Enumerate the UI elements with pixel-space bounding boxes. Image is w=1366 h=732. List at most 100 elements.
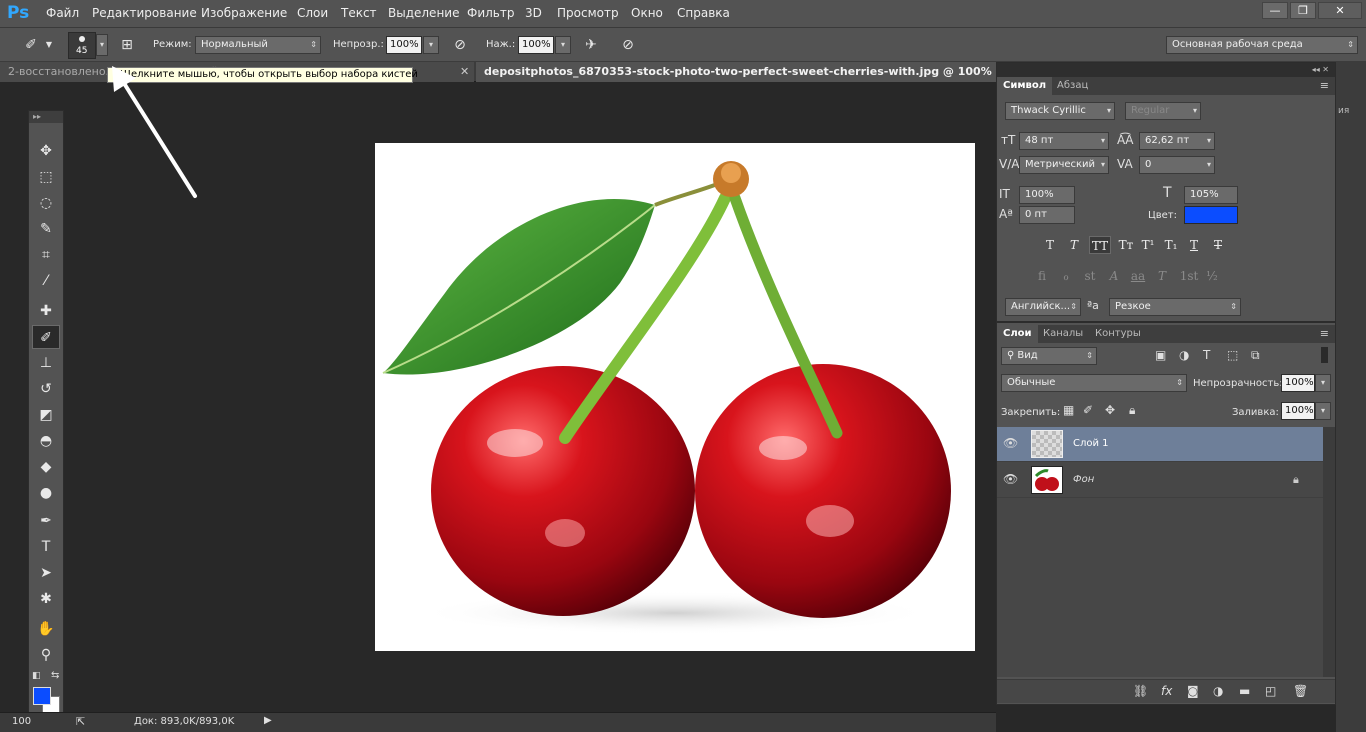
menu-help[interactable]: Справка xyxy=(677,6,730,20)
opacity-input[interactable]: 100% xyxy=(386,36,422,54)
all-caps-button[interactable]: TT xyxy=(1089,236,1111,254)
move-tool[interactable]: ✥ xyxy=(32,139,60,163)
dodge-tool[interactable]: ● xyxy=(32,481,60,505)
crop-tool[interactable]: ⌗ xyxy=(32,243,60,267)
discretionary-ligatures-button[interactable]: st xyxy=(1081,267,1099,285)
menu-image[interactable]: Изображение xyxy=(201,6,287,20)
close-button[interactable]: ✕ xyxy=(1318,2,1362,19)
brush-tool[interactable]: ✐ xyxy=(32,325,60,349)
fill-dropdown[interactable]: ▾ xyxy=(1315,402,1331,420)
paint-bucket-tool[interactable]: ◓ xyxy=(32,429,60,453)
layer-row-background[interactable]: 👁︎ Фон 🔒︎ xyxy=(997,463,1323,498)
antialias-select[interactable]: Резкое ⇕ xyxy=(1109,298,1241,316)
language-select[interactable]: Английск... ⇕ xyxy=(1005,298,1081,316)
hand-tool[interactable]: ✋ xyxy=(32,617,60,641)
alt-ligatures-button[interactable]: ℴ xyxy=(1057,267,1075,285)
layer-row-layer1[interactable]: 👁︎ Слой 1 xyxy=(997,427,1323,462)
tab-layers[interactable]: Слои xyxy=(997,325,1038,343)
blend-mode-select[interactable]: Обычные ⇕ xyxy=(1001,374,1187,392)
adjustment-layer-icon[interactable]: ◑ xyxy=(1213,684,1223,698)
type-tool[interactable]: T xyxy=(32,535,60,559)
link-layers-icon[interactable]: ⛓ xyxy=(1133,684,1148,698)
minimize-button[interactable]: — xyxy=(1262,2,1288,19)
menu-layers[interactable]: Слои xyxy=(297,6,328,20)
opacity-dropdown[interactable]: ▾ xyxy=(423,36,439,54)
panel-menu-icon[interactable]: ≡ xyxy=(1320,327,1329,340)
tab-channels[interactable]: Каналы xyxy=(1037,325,1089,343)
document-canvas[interactable] xyxy=(375,143,975,651)
leading-select[interactable]: 62,62 пт ▾ xyxy=(1139,132,1215,150)
strikethrough-button[interactable]: T xyxy=(1209,236,1227,254)
layer-opacity-input[interactable]: 100% xyxy=(1281,374,1315,392)
layer-name[interactable]: Слой 1 xyxy=(1073,438,1109,449)
new-group-icon[interactable]: ▬ xyxy=(1239,684,1250,698)
share-icon[interactable]: ⇱ xyxy=(76,715,85,728)
add-mask-icon[interactable]: ◙ xyxy=(1187,684,1199,698)
layer-filter-select[interactable]: ⚲ Вид ⇕ xyxy=(1001,347,1097,365)
lock-all-icon[interactable]: 🔒︎ xyxy=(1129,403,1135,418)
menu-edit[interactable]: Редактирование xyxy=(92,6,197,20)
new-layer-icon[interactable]: ◰ xyxy=(1265,684,1276,698)
underline-button[interactable]: T xyxy=(1185,236,1203,254)
font-style-select[interactable]: Regular ▾ xyxy=(1125,102,1201,120)
menu-view[interactable]: Просмотр xyxy=(557,6,619,20)
faux-italic-button[interactable]: T xyxy=(1065,236,1083,254)
menu-file[interactable]: Файл xyxy=(46,6,79,20)
filter-pixel-icon[interactable]: ▣ xyxy=(1155,348,1166,362)
foreground-color-swatch[interactable] xyxy=(33,687,51,705)
baseline-shift-input[interactable]: 0 пт xyxy=(1019,206,1075,224)
lasso-tool[interactable]: ◌ xyxy=(32,191,60,215)
lock-image-icon[interactable]: ✐ xyxy=(1083,403,1093,417)
menu-window[interactable]: Окно xyxy=(631,6,663,20)
brush-picker-dropdown[interactable]: ▾ xyxy=(96,34,108,56)
visibility-eye-icon[interactable]: 👁︎ xyxy=(1003,436,1018,450)
swap-colors-icon[interactable]: ⇆ xyxy=(51,670,59,681)
small-caps-button[interactable]: Tт xyxy=(1115,236,1137,254)
pressure-opacity-icon[interactable]: ⊘ xyxy=(449,34,471,56)
workspace-select[interactable]: Основная рабочая среда ⇕ xyxy=(1166,36,1358,54)
status-menu-arrow-icon[interactable]: ▶ xyxy=(264,715,272,726)
blur-tool[interactable]: ◆ xyxy=(32,455,60,479)
brush-tool-preset-icon[interactable]: ✐ xyxy=(20,34,42,56)
tab-document-2[interactable]: depositphotos_6870353-stock-photo-two-pe… xyxy=(476,62,996,82)
eyedropper-tool[interactable]: ⁄ xyxy=(32,269,60,293)
mode-select[interactable]: Нормальный ⇕ xyxy=(195,36,321,54)
delete-layer-icon[interactable]: 🗑︎ xyxy=(1293,684,1308,698)
visibility-eye-icon[interactable]: 👁︎ xyxy=(1003,472,1018,486)
close-icon[interactable]: ✕ xyxy=(460,62,469,82)
toolbox-collapse-handle[interactable]: ▸▸ xyxy=(29,111,63,123)
panel-menu-icon[interactable]: ≡ xyxy=(1320,79,1329,92)
flow-dropdown[interactable]: ▾ xyxy=(555,36,571,54)
subscript-button[interactable]: T₁ xyxy=(1162,236,1180,254)
zoom-tool[interactable]: ⚲ xyxy=(32,643,60,667)
healing-brush-tool[interactable]: ✚ xyxy=(32,299,60,323)
marquee-tool[interactable]: ⬚ xyxy=(32,165,60,189)
filter-shape-icon[interactable]: ⬚ xyxy=(1227,348,1238,362)
panel-collapse-bar[interactable]: ◂◂ ✕ xyxy=(997,63,1335,77)
clone-stamp-tool[interactable]: ⊥ xyxy=(32,351,60,375)
font-size-select[interactable]: 48 пт ▾ xyxy=(1019,132,1109,150)
text-color-swatch[interactable] xyxy=(1184,206,1238,224)
lock-position-icon[interactable]: ✥ xyxy=(1105,403,1115,417)
restore-button[interactable]: ❐ xyxy=(1290,2,1316,19)
tab-paragraph[interactable]: Абзац xyxy=(1051,77,1094,95)
faux-bold-button[interactable]: T xyxy=(1041,236,1059,254)
fractions-button[interactable]: ½ xyxy=(1203,267,1221,285)
history-brush-tool[interactable]: ↺ xyxy=(32,377,60,401)
horizontal-scale-input[interactable]: 105% xyxy=(1184,186,1238,204)
kerning-select[interactable]: Метрический ▾ xyxy=(1019,156,1109,174)
flow-input[interactable]: 100% xyxy=(518,36,554,54)
brush-panel-toggle-icon[interactable]: ⊞ xyxy=(116,34,138,56)
chevron-down-icon[interactable]: ▼ xyxy=(42,34,56,56)
menu-3d[interactable]: 3D xyxy=(525,6,542,20)
stylistic-alternates-button[interactable]: aa xyxy=(1129,267,1147,285)
filter-adjustment-icon[interactable]: ◑ xyxy=(1179,348,1189,362)
default-colors-icon[interactable]: ◧ xyxy=(32,671,41,681)
menu-filter[interactable]: Фильтр xyxy=(467,6,514,20)
eraser-tool[interactable]: ◩ xyxy=(32,403,60,427)
airbrush-icon[interactable]: ✈ xyxy=(580,34,602,56)
layer-style-fx-icon[interactable]: fx xyxy=(1161,684,1172,698)
menu-select[interactable]: Выделение xyxy=(388,6,459,20)
shape-tool[interactable]: ✱ xyxy=(32,587,60,611)
tracking-select[interactable]: 0 ▾ xyxy=(1139,156,1215,174)
